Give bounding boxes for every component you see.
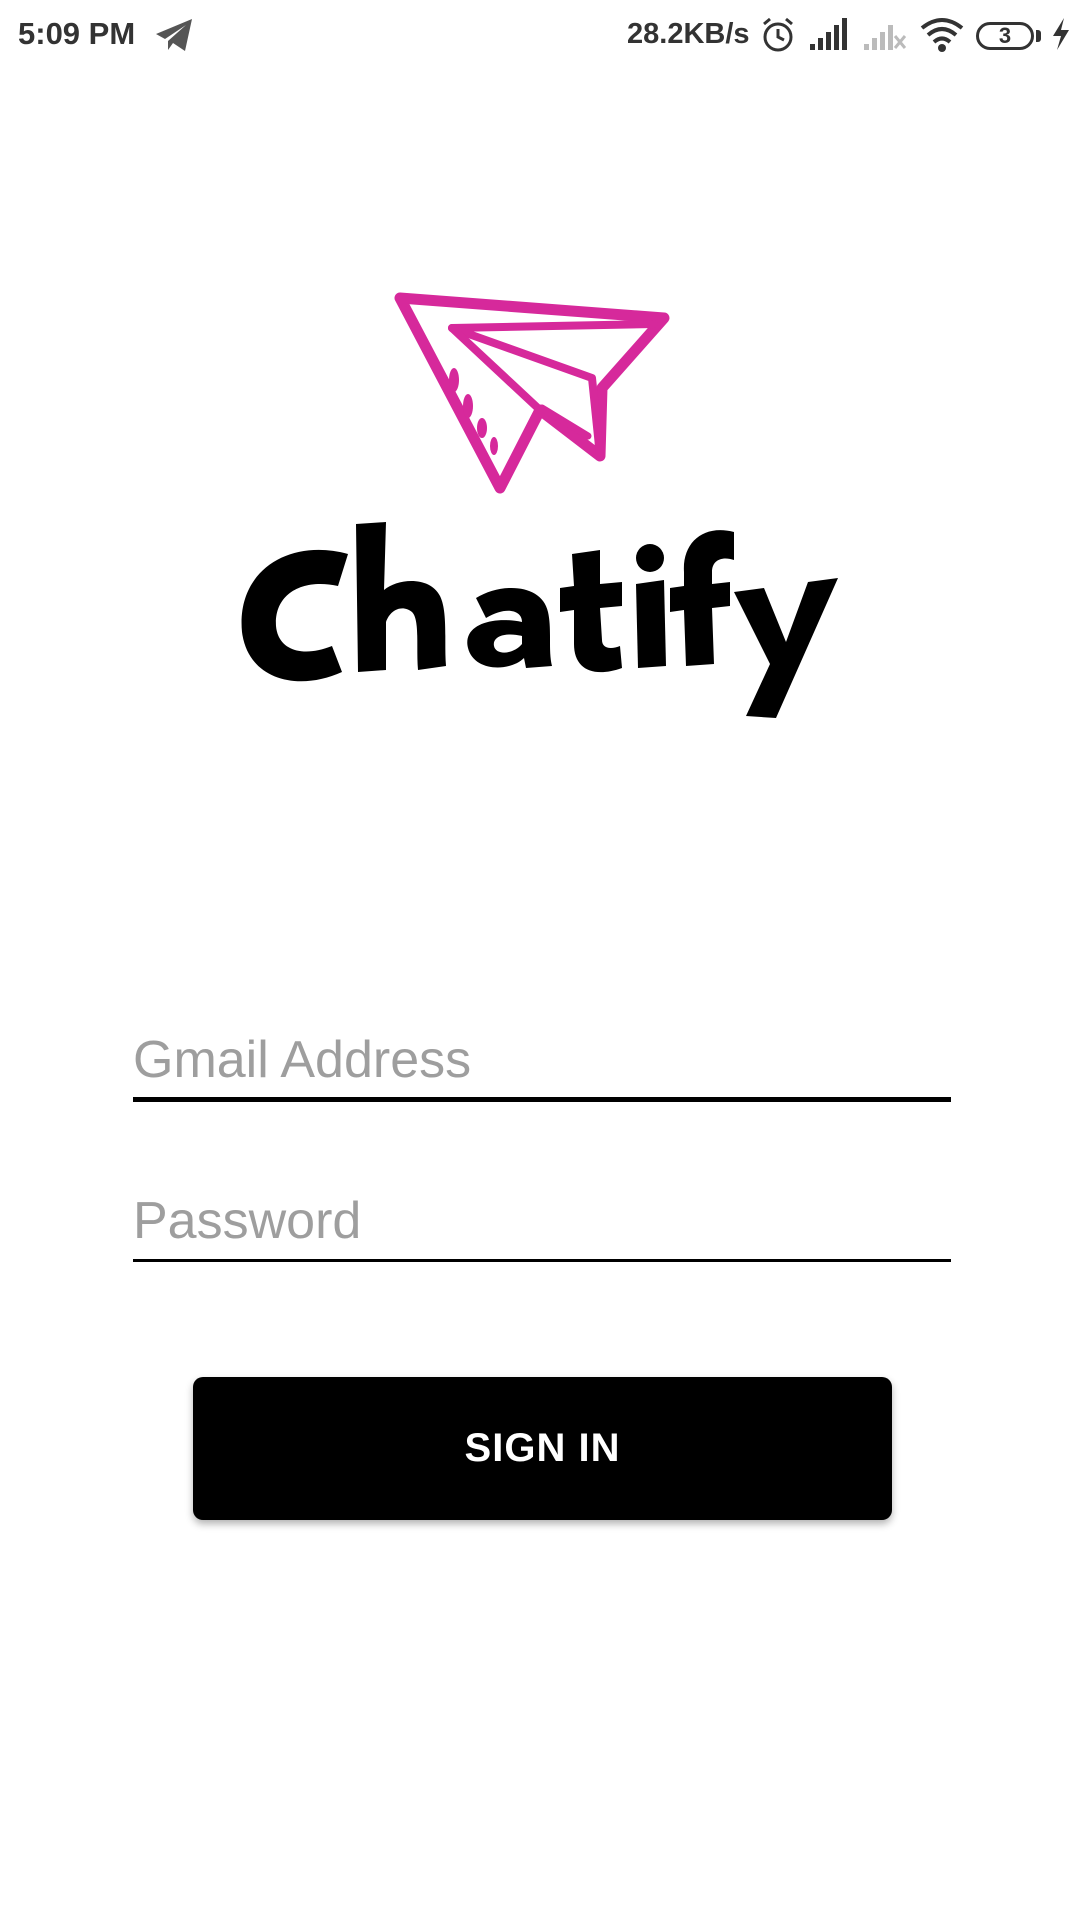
- signal-icon: [810, 18, 847, 50]
- charging-icon: [1053, 18, 1069, 50]
- battery-level: 3: [998, 23, 1012, 48]
- signal-no-service-icon: [864, 25, 906, 50]
- status-time: 5:09 PM: [18, 16, 136, 51]
- password-field-container: [133, 1182, 951, 1262]
- email-field-container: [133, 1022, 951, 1102]
- battery-cap: [1036, 30, 1041, 42]
- status-bar: 5:09 PM 28.2KB/s 3: [0, 0, 1080, 72]
- chatify-wordmark-logo: [241, 522, 838, 718]
- alarm-icon: [763, 17, 793, 52]
- sign-in-button[interactable]: SIGN IN: [193, 1377, 892, 1520]
- email-input[interactable]: [133, 1022, 951, 1102]
- wifi-icon: [920, 18, 964, 52]
- battery-icon: 3: [976, 22, 1034, 50]
- telegram-icon: [156, 19, 192, 51]
- paper-plane-logo-icon: [394, 292, 670, 494]
- network-speed: 28.2KB/s: [627, 18, 750, 50]
- password-input[interactable]: [133, 1182, 951, 1262]
